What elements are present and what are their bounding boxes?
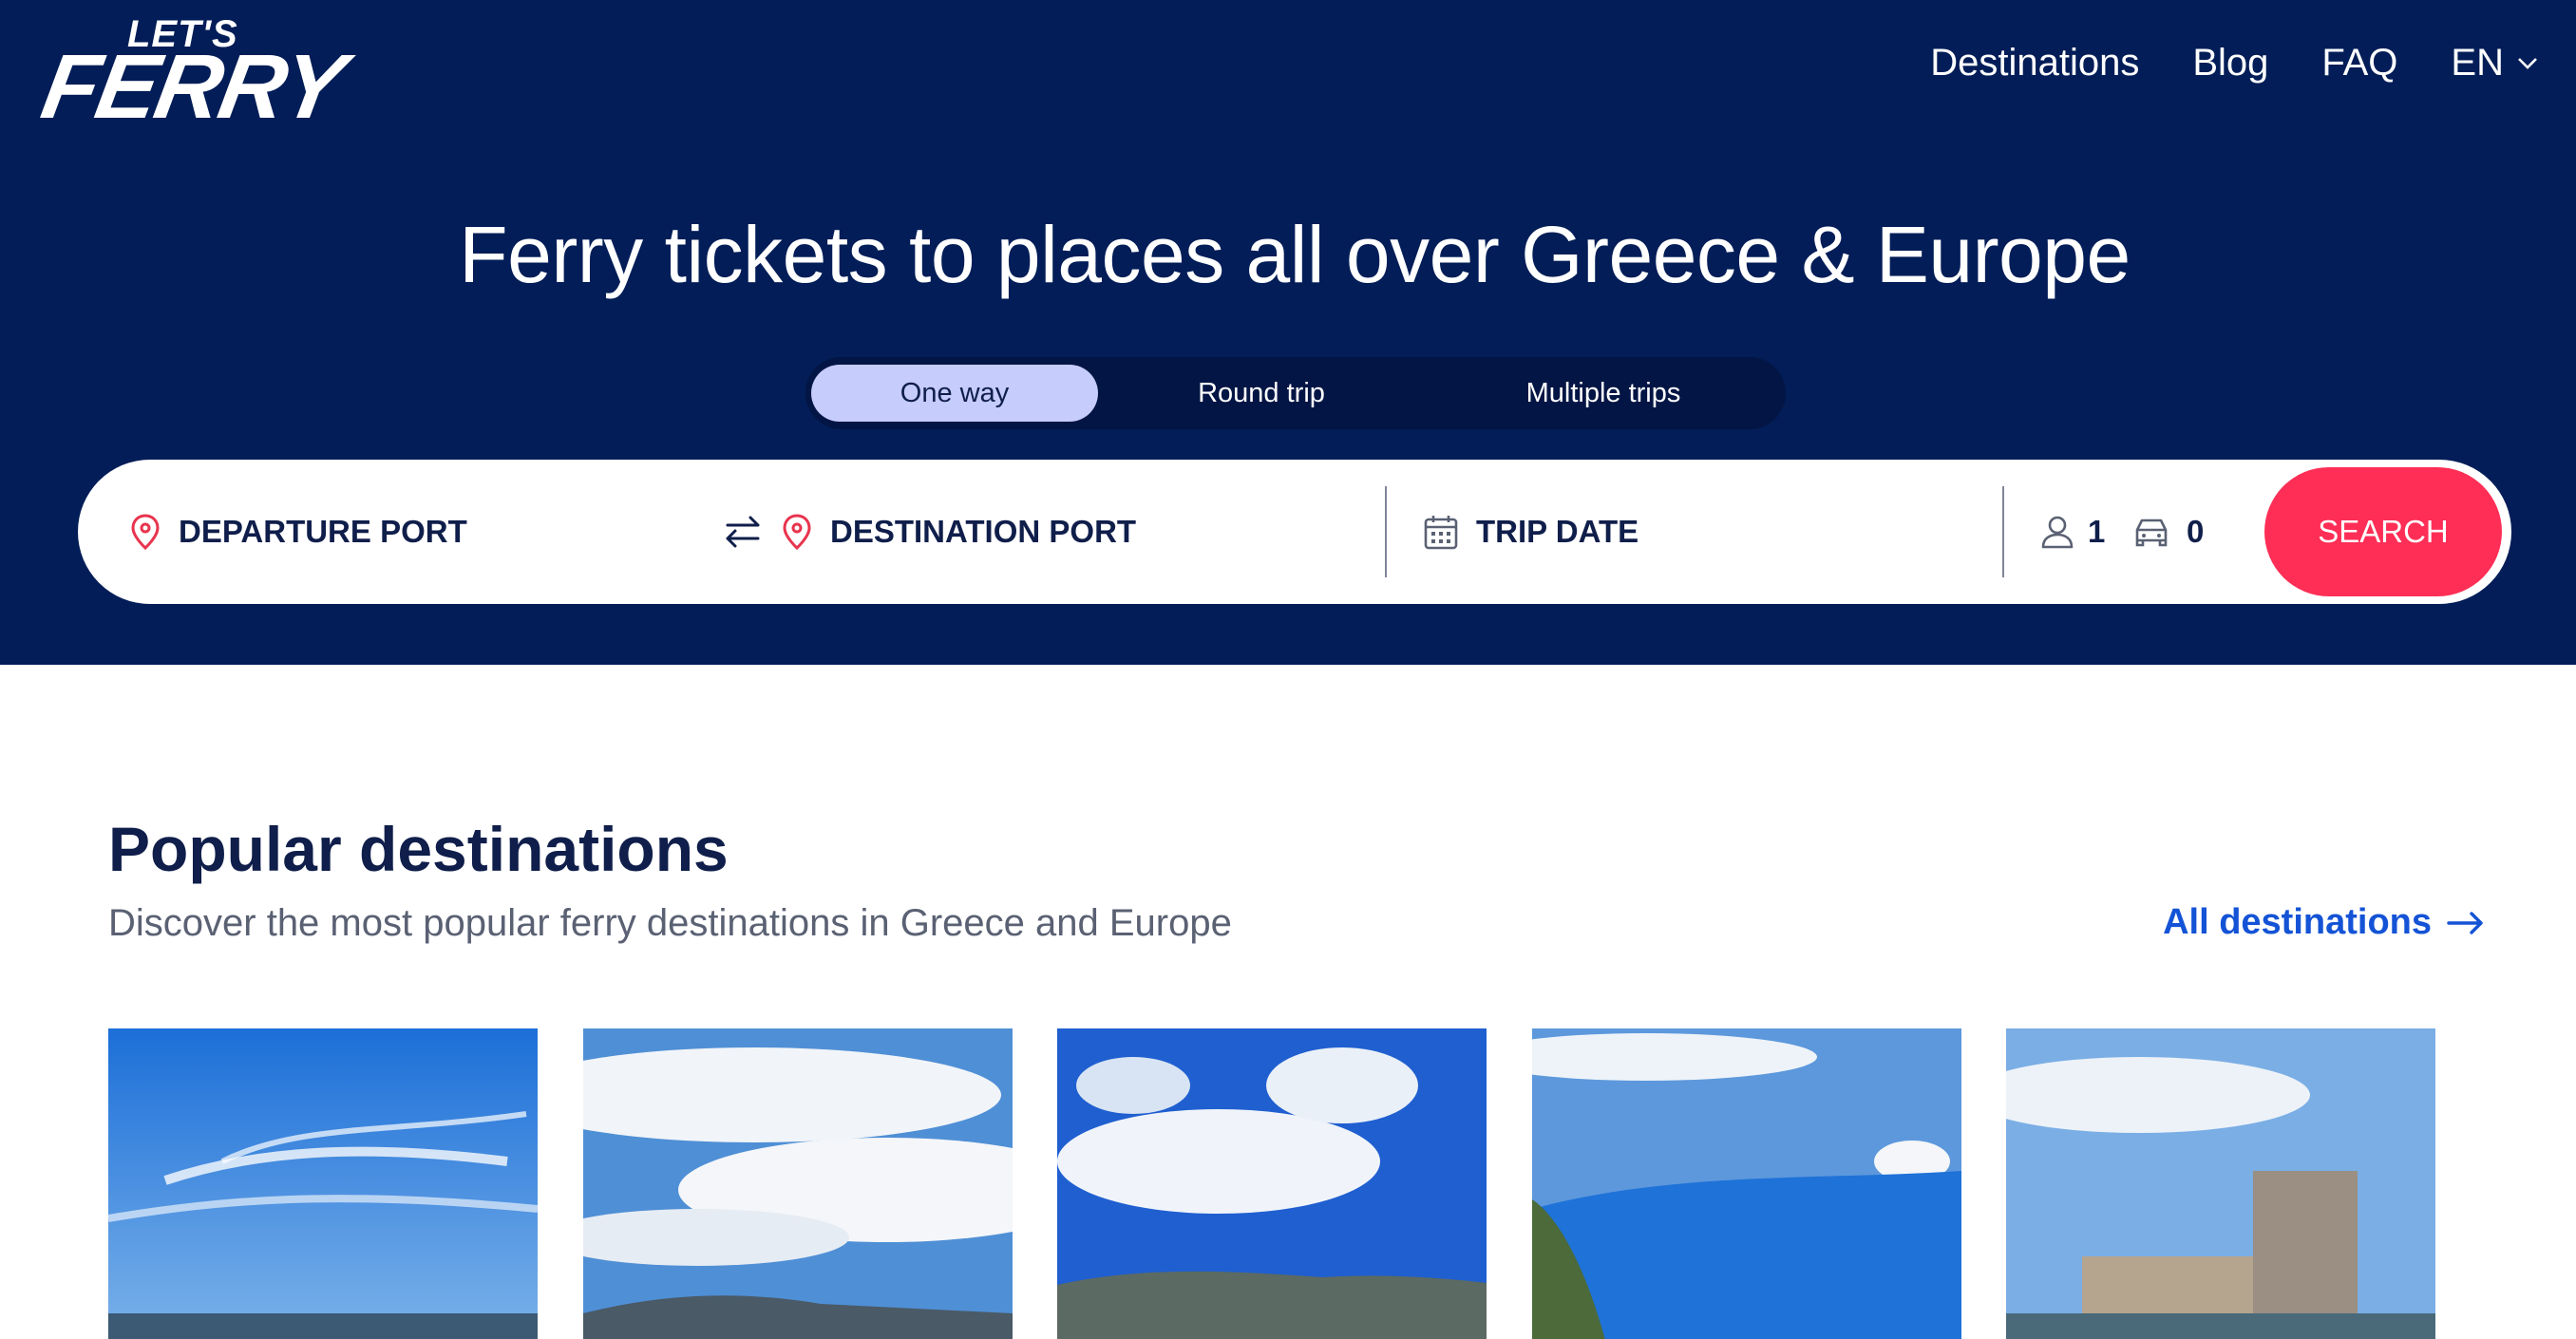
top-nav: Destinations Blog FAQ EN xyxy=(1930,42,2538,85)
destination-image xyxy=(2006,1028,2435,1339)
chevron-down-icon xyxy=(2518,57,2537,69)
destination-card[interactable] xyxy=(583,1028,1013,1339)
lets-ferry-logo[interactable]: LET'S FERRY xyxy=(35,13,405,138)
language-selector[interactable]: EN xyxy=(2451,42,2538,85)
popular-destinations-subtitle: Discover the most popular ferry destinat… xyxy=(108,902,1232,944)
language-label: EN xyxy=(2451,42,2504,84)
location-pin-icon xyxy=(783,514,811,551)
trip-date-label: TRIP DATE xyxy=(1476,514,1639,549)
trip-date-field[interactable]: TRIP DATE xyxy=(1423,460,1638,604)
logo-main-text: FERRY xyxy=(34,36,351,138)
search-bar: DEPARTURE PORT DESTINATION PORT TRIP DAT… xyxy=(78,460,2511,604)
destination-image xyxy=(583,1028,1013,1339)
trip-type-tabs: One way Round trip Multiple trips xyxy=(805,357,1786,429)
field-divider xyxy=(1385,486,1387,577)
search-button[interactable]: SEARCH xyxy=(2264,467,2502,596)
tab-round-trip[interactable]: Round trip xyxy=(1119,365,1404,422)
nav-blog[interactable]: Blog xyxy=(2192,42,2268,85)
nav-faq[interactable]: FAQ xyxy=(2321,42,2397,85)
person-icon xyxy=(2041,516,2074,549)
vehicles-counter[interactable]: 0 xyxy=(2133,460,2204,604)
calendar-icon xyxy=(1424,516,1458,550)
tab-one-way[interactable]: One way xyxy=(811,365,1098,422)
destination-image xyxy=(1057,1028,1487,1339)
destination-card[interactable] xyxy=(2006,1028,2435,1339)
all-destinations-label: All destinations xyxy=(2163,902,2432,942)
hero-headline: Ferry tickets to places all over Greece … xyxy=(459,210,2131,299)
destination-image xyxy=(108,1028,538,1339)
destination-card[interactable] xyxy=(1057,1028,1487,1339)
location-pin-icon xyxy=(131,514,160,551)
destination-cards xyxy=(108,1028,2464,1339)
destination-card[interactable] xyxy=(108,1028,538,1339)
swap-arrows-icon[interactable] xyxy=(720,509,766,555)
departure-port-label: DEPARTURE PORT xyxy=(179,514,467,549)
destination-port-field[interactable]: DESTINATION PORT xyxy=(781,460,1136,604)
popular-destinations-title: Popular destinations xyxy=(108,814,729,884)
passengers-count: 1 xyxy=(2088,514,2106,549)
vehicles-count: 0 xyxy=(2187,514,2205,549)
destination-port-label: DESTINATION PORT xyxy=(830,514,1137,549)
destination-card[interactable] xyxy=(1532,1028,1961,1339)
destination-image xyxy=(1532,1028,1961,1339)
field-divider xyxy=(2002,486,2004,577)
car-icon xyxy=(2135,519,2168,547)
tab-multiple-trips[interactable]: Multiple trips xyxy=(1442,365,1765,422)
departure-port-field[interactable]: DEPARTURE PORT xyxy=(129,460,467,604)
arrow-right-icon xyxy=(2447,911,2483,934)
passengers-counter[interactable]: 1 xyxy=(2040,460,2105,604)
all-destinations-link[interactable]: All destinations xyxy=(2163,902,2485,943)
nav-destinations[interactable]: Destinations xyxy=(1930,42,2139,85)
hero-section: LET'S FERRY Destinations Blog FAQ EN Fer… xyxy=(0,0,2576,665)
